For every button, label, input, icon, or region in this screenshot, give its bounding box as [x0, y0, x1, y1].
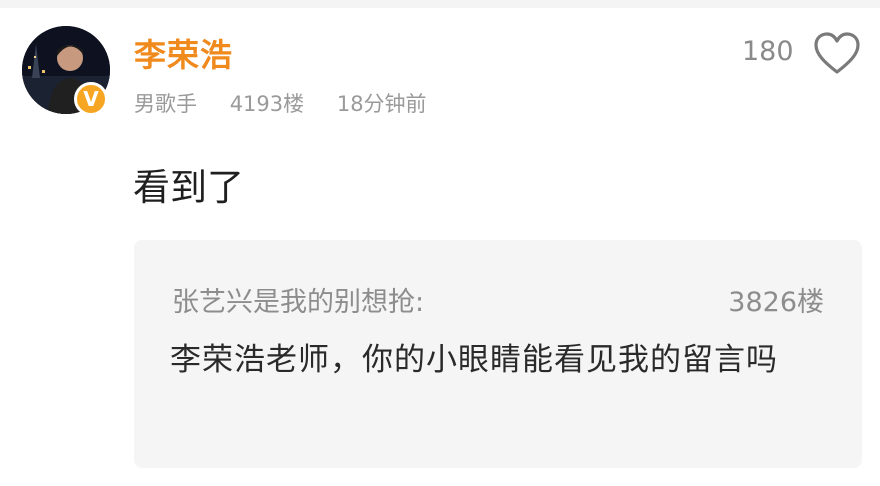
quoted-author[interactable]: 张艺兴是我的别想抢: — [172, 280, 424, 319]
comment-meta: 男歌手 4193楼 18分钟前 — [134, 88, 453, 118]
quoted-floor: 3826楼 — [728, 287, 824, 318]
quoted-reply[interactable]: 张艺兴是我的别想抢: 3826楼 李荣浩老师，你的小眼睛能看见我的留言吗 — [134, 240, 862, 468]
comment-time: 18分钟前 — [336, 92, 427, 116]
like-count: 180 — [742, 36, 794, 67]
floor-number: 4193楼 — [229, 92, 305, 116]
user-tag: 男歌手 — [134, 92, 197, 116]
verified-icon: V — [74, 82, 108, 116]
top-divider — [0, 0, 880, 8]
heart-icon[interactable] — [812, 30, 862, 76]
comment-text: 看到了 — [133, 166, 244, 209]
username[interactable]: 李荣浩 — [134, 30, 233, 76]
quoted-text: 李荣浩老师，你的小眼睛能看见我的留言吗 — [170, 342, 778, 378]
